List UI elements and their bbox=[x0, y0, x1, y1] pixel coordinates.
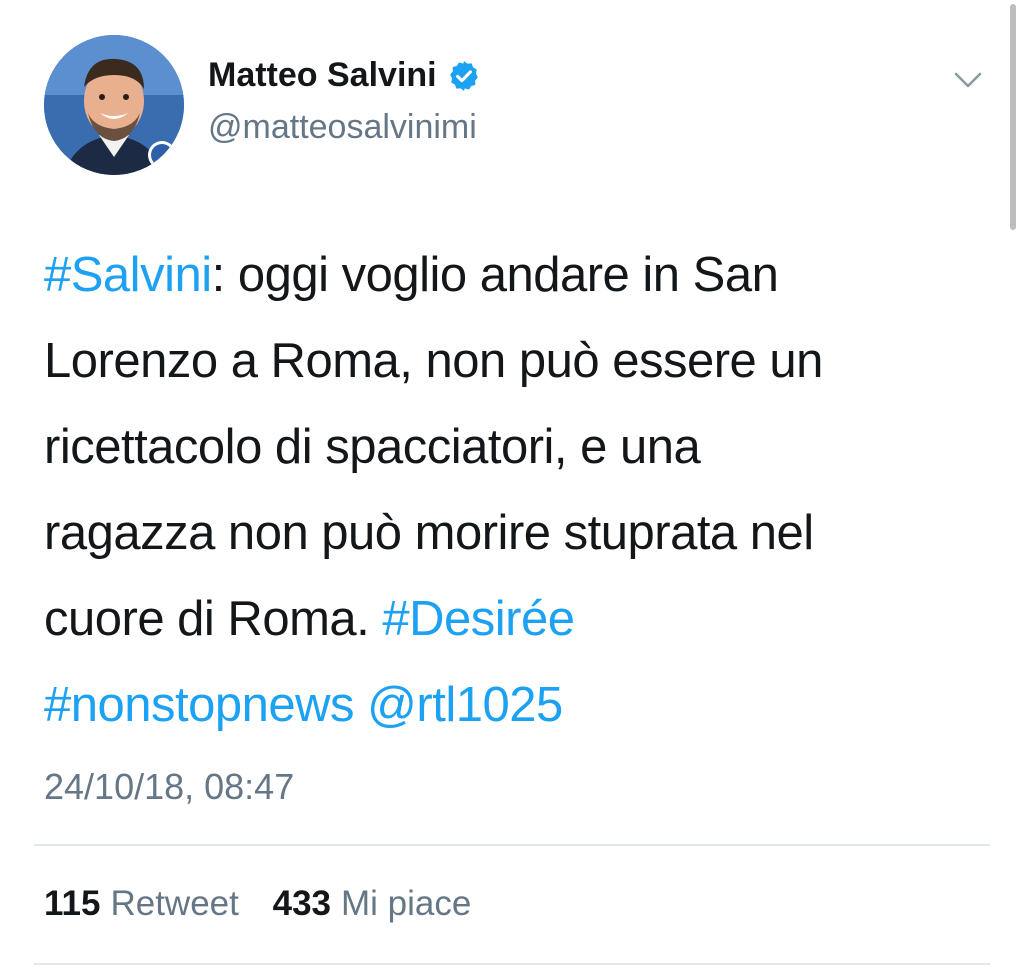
tweet-line: Lorenzo a Roma, non può essere un bbox=[44, 318, 984, 404]
tweet-text: #Salvini: oggi voglio andare in San Lore… bbox=[44, 232, 984, 748]
author-handle[interactable]: @matteosalvinimi bbox=[208, 108, 477, 147]
scrollbar[interactable] bbox=[1010, 4, 1016, 230]
tweet-text-segment: ragazza non può morire stuprata nel bbox=[44, 506, 814, 560]
profile-photo-icon bbox=[44, 35, 184, 175]
retweets-stat[interactable]: 115 Retweet bbox=[44, 884, 239, 924]
tweet-text-segment: cuore di Roma. bbox=[44, 592, 383, 646]
likes-label: Mi piace bbox=[341, 884, 472, 923]
author-name[interactable]: Matteo Salvini bbox=[208, 56, 481, 95]
likes-count: 433 bbox=[272, 884, 332, 923]
retweets-label: Retweet bbox=[110, 884, 239, 923]
hashtag-link[interactable]: #Salvini bbox=[44, 248, 212, 302]
mention-link[interactable]: @rtl1025 bbox=[367, 678, 563, 732]
verified-badge-icon bbox=[449, 60, 478, 91]
tweet-line: #Salvini: oggi voglio andare in San bbox=[44, 232, 984, 318]
hashtag-link[interactable]: #Desirée bbox=[382, 592, 575, 646]
tweet-text-segment: Lorenzo a Roma, non può essere un bbox=[44, 334, 823, 388]
tweet-line: ragazza non può morire stuprata nel bbox=[44, 490, 984, 576]
author-name-text: Matteo Salvini bbox=[208, 56, 437, 94]
divider bbox=[34, 844, 990, 846]
divider bbox=[34, 963, 990, 965]
tweet-stats: 115 Retweet 433 Mi piace bbox=[44, 884, 471, 924]
tweet-timestamp[interactable]: 24/10/18, 08:47 bbox=[44, 766, 294, 808]
tweet-line: cuore di Roma. #Desirée bbox=[44, 576, 984, 662]
likes-stat[interactable]: 433 Mi piace bbox=[273, 884, 472, 924]
tweet-text-segment bbox=[354, 678, 367, 732]
avatar[interactable] bbox=[44, 35, 184, 175]
tweet-line: #nonstopnews @rtl1025 bbox=[44, 662, 984, 748]
retweets-count: 115 bbox=[44, 884, 101, 923]
tweet-line: ricettacolo di spacciatori, e una bbox=[44, 404, 984, 490]
chevron-down-icon[interactable] bbox=[950, 66, 986, 94]
hashtag-link[interactable]: #nonstopnews bbox=[44, 678, 355, 732]
tweet-text-segment: ricettacolo di spacciatori, e una bbox=[44, 420, 701, 474]
tweet-text-segment: : oggi voglio andare in San bbox=[211, 248, 779, 302]
